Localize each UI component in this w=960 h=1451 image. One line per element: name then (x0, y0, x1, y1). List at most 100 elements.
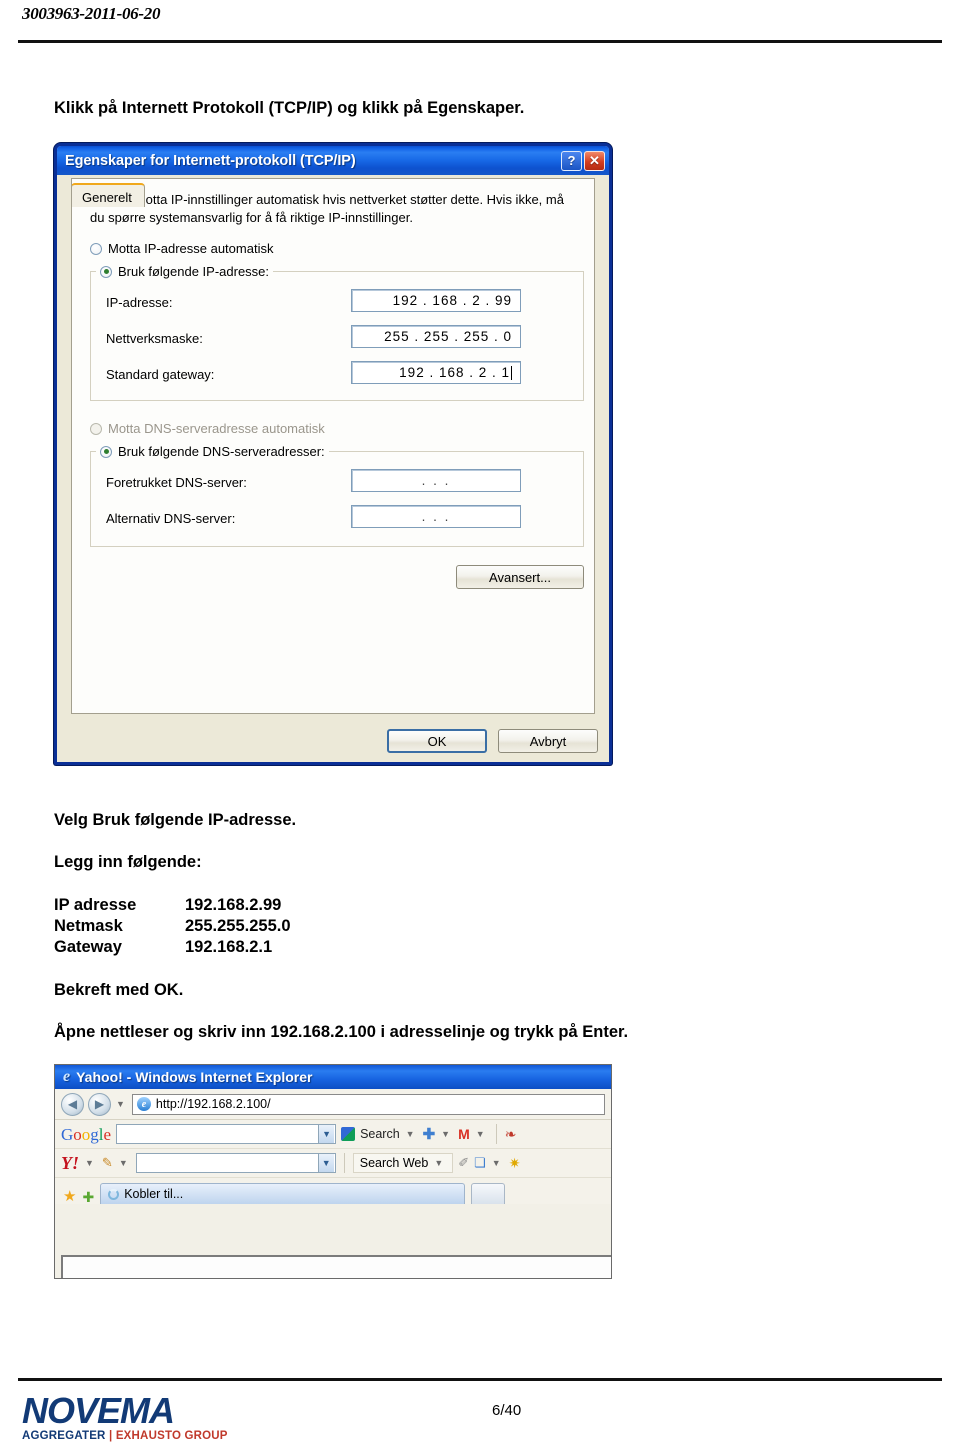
browser-content-area (61, 1255, 611, 1278)
input-preferred-dns[interactable]: . . . (351, 469, 521, 492)
radio-use-following-ip[interactable]: Bruk følgende IP-adresse: (96, 264, 274, 279)
ok-button[interactable]: OK (387, 729, 487, 753)
settings-row-2: Gateway 192.168.2.1 (54, 937, 291, 958)
google-search-chevron-down-icon[interactable]: ▼ (318, 1125, 335, 1143)
yahoo-menu-chevron-down-icon[interactable]: ▼ (85, 1158, 94, 1168)
close-icon[interactable]: ✕ (584, 150, 605, 171)
gmail-chevron-down-icon[interactable]: ▼ (476, 1129, 485, 1139)
novema-logo: NOVEMA AGGREGATER | EXHAUSTO GROUP (22, 1393, 228, 1443)
google-toolbar: Google ▼ Search ▼ ✚ ▼ M ▼ ❧ (55, 1120, 611, 1149)
input-subnet-mask[interactable]: 255 . 255 . 255 . 0 (351, 325, 521, 348)
google-share-icon[interactable]: ❧ (505, 1126, 517, 1143)
settings-value-0: 192.168.2.99 (185, 896, 282, 914)
radio-obtain-dns-automatically[interactable]: Motta DNS-serveradresse automatisk (90, 421, 325, 436)
label-default-gateway: Standard gateway: (106, 367, 215, 382)
radio-label-obtain-dns: Motta DNS-serveradresse automatisk (108, 421, 325, 436)
instruction-confirm: Bekreft med OK. (54, 981, 184, 999)
new-tab-button[interactable] (471, 1183, 506, 1204)
radio-label-use-following-dns: Bruk følgende DNS-serveradresser: (118, 444, 325, 459)
radio-indicator-obtain-ip (90, 242, 102, 255)
settings-table: IP adresse 192.168.2.99 Netmask 255.255.… (54, 895, 291, 958)
yahoo-windows-chevron-down-icon[interactable]: ▼ (492, 1158, 501, 1168)
page-number: 6/40 (492, 1402, 522, 1419)
add-favorite-icon[interactable]: ✚ (82, 1190, 94, 1204)
google-search-label[interactable]: Search (360, 1127, 400, 1141)
browser-nav-row: ◀ ▶ ▼ e http://192.168.2.100/ (55, 1089, 611, 1120)
logo-tagline-right: EXHAUSTO GROUP (115, 1430, 228, 1442)
address-bar[interactable]: e http://192.168.2.100/ (131, 1093, 605, 1115)
dialog-tab-panel: Du kan motta IP-innstillinger automatisk… (71, 178, 595, 714)
yahoo-pencil-chevron-down-icon[interactable]: ▼ (119, 1158, 128, 1168)
tcpip-properties-dialog: Egenskaper for Internett-protokoll (TCP/… (54, 143, 612, 765)
logo-tagline-separator: | (108, 1430, 113, 1442)
dialog-titlebar: Egenskaper for Internett-protokoll (TCP/… (57, 146, 609, 175)
yahoo-pencil-icon[interactable]: ✎ (102, 1155, 113, 1171)
settings-row-1: Netmask 255.255.255.0 (54, 916, 291, 937)
internet-explorer-icon: e (63, 1068, 71, 1085)
browser-tab-row: ★ ✚ Kobler til... (55, 1178, 611, 1204)
browser-tab-label: Kobler til... (124, 1187, 184, 1201)
text-caret (511, 365, 512, 380)
yahoo-search-web-button[interactable]: Search Web ▼ (352, 1153, 454, 1173)
input-alternate-dns[interactable]: . . . (351, 505, 521, 528)
toolbar-separator (495, 1124, 497, 1144)
cancel-button[interactable]: Avbryt (498, 729, 598, 753)
radio-use-following-dns[interactable]: Bruk følgende DNS-serveradresser: (96, 444, 329, 459)
settings-label-2: Gateway (54, 938, 122, 956)
help-icon[interactable]: ? (561, 150, 582, 171)
settings-value-1: 255.255.255.0 (185, 917, 291, 935)
google-search-multicolor-icon (341, 1127, 356, 1141)
yahoo-windows-icon[interactable]: ❏ (474, 1155, 486, 1171)
recent-pages-chevron-down-icon[interactable]: ▼ (116, 1099, 125, 1109)
advanced-button[interactable]: Avansert... (456, 565, 584, 589)
input-ip-address[interactable]: 192 . 168 . 2 . 99 (351, 289, 521, 312)
favorites-star-icon[interactable]: ★ (63, 1189, 76, 1204)
instruction-step1: Klikk på Internett Protokoll (TCP/IP) og… (54, 99, 525, 117)
label-subnet-mask: Nettverksmaske: (106, 331, 203, 346)
google-bookmark-plus-icon[interactable]: ✚ (423, 1127, 436, 1142)
document-header-id: 3003963-2011-06-20 (22, 4, 161, 23)
yahoo-logo: Y! (61, 1153, 79, 1173)
instruction-browser: Åpne nettleser og skriv inn 192.168.2.10… (54, 1023, 629, 1041)
input-default-gateway[interactable]: 192 . 168 . 2 . 1 (351, 361, 521, 384)
header-divider (18, 40, 942, 43)
settings-value-2: 192.168.2.1 (185, 938, 273, 956)
page-icon: e (136, 1097, 151, 1111)
browser-tab-active[interactable]: Kobler til... (100, 1183, 466, 1204)
yahoo-search-chevron-down-icon[interactable]: ▼ (317, 1154, 334, 1172)
label-ip-address: IP-adresse: (106, 295, 173, 310)
loading-spinner-icon (108, 1188, 120, 1200)
browser-title: Yahoo! - Windows Internet Explorer (76, 1069, 313, 1085)
forward-icon[interactable]: ▶ (88, 1092, 111, 1116)
radio-label-use-following-ip: Bruk følgende IP-adresse: (118, 264, 270, 279)
logo-tagline-left: AGGREGATER (22, 1430, 106, 1442)
radio-obtain-ip-automatically[interactable]: Motta IP-adresse automatisk (90, 241, 273, 256)
radio-indicator-obtain-dns (90, 422, 102, 435)
tab-generelt[interactable]: Generelt (71, 183, 145, 207)
footer-divider (18, 1378, 942, 1381)
yahoo-search-web-chevron-down-icon[interactable]: ▼ (434, 1158, 443, 1168)
google-search-options-chevron-down-icon[interactable]: ▼ (406, 1129, 415, 1139)
google-logo: Google (61, 1124, 112, 1144)
google-bookmark-chevron-down-icon[interactable]: ▼ (441, 1129, 450, 1139)
input-default-gateway-value: 192 . 168 . 2 . 1 (399, 365, 510, 380)
instruction-step2: Velg Bruk følgende IP-adresse. (54, 811, 297, 829)
radio-label-obtain-ip: Motta IP-adresse automatisk (108, 241, 274, 256)
settings-label-0: IP adresse (54, 896, 137, 914)
novema-logo-word: NOVEMA (22, 1390, 175, 1431)
yahoo-anti-spy-icon[interactable]: ✷ (509, 1155, 521, 1172)
yahoo-highlighter-icon[interactable]: ✐ (458, 1155, 469, 1171)
settings-row-0: IP adresse 192.168.2.99 (54, 895, 291, 916)
settings-label-1: Netmask (54, 917, 123, 935)
dialog-title: Egenskaper for Internett-protokoll (TCP/… (65, 152, 356, 169)
radio-indicator-use-following-ip (100, 265, 112, 278)
yahoo-toolbar-separator (343, 1153, 345, 1173)
back-icon[interactable]: ◀ (61, 1092, 84, 1116)
gmail-icon[interactable]: M (458, 1126, 470, 1142)
google-search-input[interactable]: ▼ (116, 1124, 337, 1144)
yahoo-search-input[interactable]: ▼ (135, 1153, 336, 1173)
instruction-step3: Legg inn følgende: (54, 853, 202, 871)
radio-indicator-use-following-dns (100, 445, 112, 458)
dns-groupbox (90, 451, 584, 547)
yahoo-search-web-label: Search Web (359, 1156, 429, 1170)
